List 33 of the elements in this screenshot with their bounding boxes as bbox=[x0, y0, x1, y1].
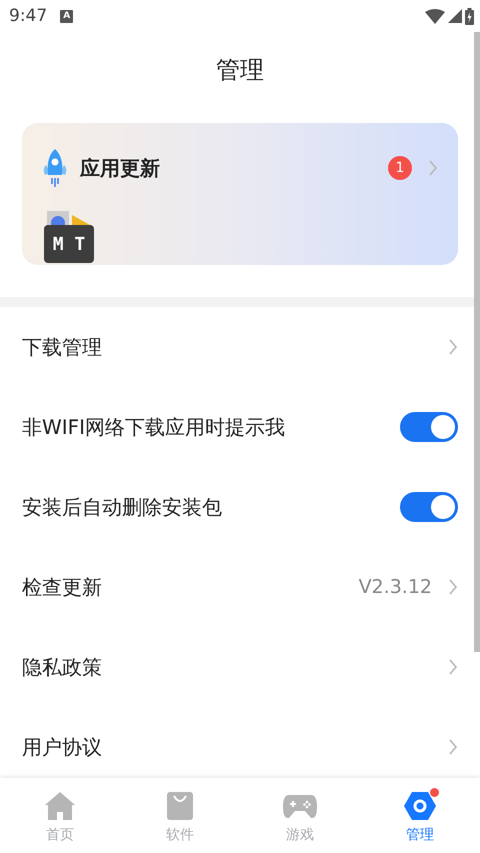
version-text: V2.3.12 bbox=[358, 576, 432, 598]
hexagon-gear-icon bbox=[404, 792, 436, 820]
battery-icon bbox=[465, 8, 474, 24]
nav-tab[interactable]: 软件 bbox=[120, 778, 240, 853]
shopping-bag-icon bbox=[167, 792, 193, 820]
chevron-right-icon bbox=[448, 338, 458, 356]
chevron-right-icon bbox=[428, 159, 438, 177]
nav-tab[interactable]: 首页 bbox=[0, 778, 120, 853]
gamepad-icon bbox=[283, 793, 317, 819]
setting-label: 隐私政策 bbox=[22, 654, 103, 680]
toggle-switch[interactable] bbox=[400, 492, 458, 522]
card-title: 应用更新 bbox=[80, 154, 161, 182]
count-badge: 1 bbox=[388, 156, 412, 180]
setting-label: 用户协议 bbox=[22, 734, 103, 760]
setting-label: 安装后自动删除安装包 bbox=[22, 494, 223, 520]
setting-label: 非WIFI网络下载应用时提示我 bbox=[22, 414, 286, 440]
scrollbar[interactable] bbox=[474, 32, 480, 652]
setting-label: 检查更新 bbox=[22, 574, 103, 600]
app-icon[interactable]: M T bbox=[44, 225, 94, 263]
chevron-right-icon bbox=[448, 738, 458, 756]
wifi-icon bbox=[425, 8, 445, 24]
rocket-icon bbox=[42, 149, 68, 187]
toggle-switch[interactable] bbox=[400, 412, 458, 442]
chevron-right-icon bbox=[448, 658, 458, 676]
chevron-right-icon bbox=[448, 578, 458, 596]
notification-icon: A bbox=[60, 10, 74, 22]
status-time: 9:47 bbox=[9, 6, 48, 26]
setting-label: 下载管理 bbox=[22, 334, 103, 360]
nav-tab[interactable]: 管理 bbox=[360, 778, 480, 853]
nav-tab[interactable]: 游戏 bbox=[240, 778, 360, 853]
page-title: 管理 bbox=[216, 55, 264, 86]
home-icon bbox=[45, 792, 75, 820]
signal-icon bbox=[448, 9, 462, 23]
